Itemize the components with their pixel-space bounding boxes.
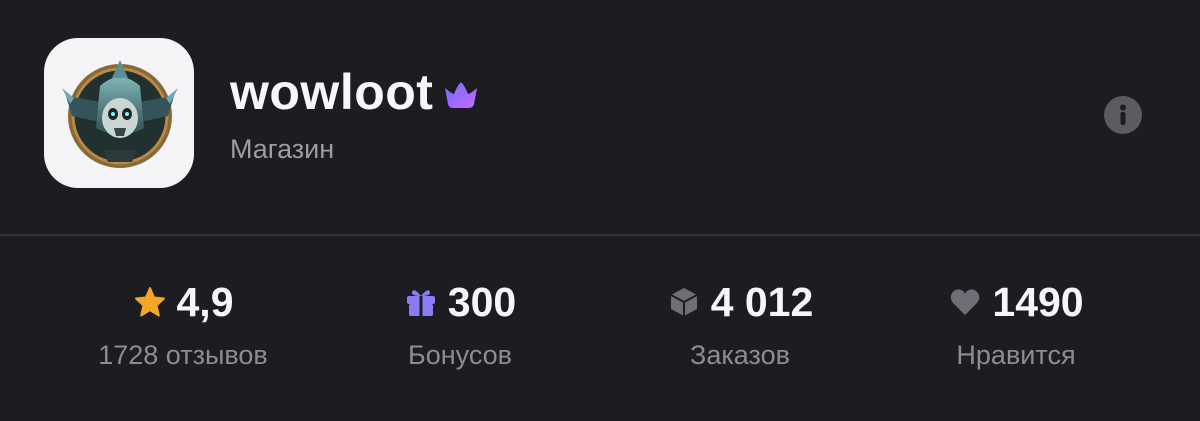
stat-label: 1728 отзывов: [98, 340, 268, 370]
crown-icon: [445, 82, 478, 108]
stat-orders[interactable]: 4 012 Заказов: [590, 278, 890, 372]
stat-value: 1490: [992, 279, 1084, 325]
shop-card: wowloot Магазин 4,9 1728 отзывов 300 Бон…: [0, 0, 1200, 421]
stat-value: 4 012: [710, 279, 814, 325]
stat-label: Заказов: [690, 340, 790, 370]
gift-icon: [406, 290, 435, 316]
shop-avatar[interactable]: [44, 38, 194, 188]
shop-name[interactable]: wowloot: [230, 62, 433, 122]
stat-label: Бонусов: [407, 340, 512, 370]
heart-icon: [951, 289, 980, 315]
stats-row: 4,9 1728 отзывов 300 Бонусов 4 012 Заказ…: [0, 236, 1200, 421]
shop-type: Магазин: [230, 134, 335, 164]
shop-name-row: wowloot: [230, 62, 479, 122]
box-icon: [670, 288, 698, 316]
stat-rating[interactable]: 4,9 1728 отзывов: [33, 278, 333, 372]
stat-bonuses[interactable]: 300 Бонусов: [310, 278, 610, 372]
stat-value: 300: [447, 279, 517, 325]
stat-value: 4,9: [176, 279, 234, 325]
info-button[interactable]: [1104, 96, 1142, 134]
shop-header: wowloot Магазин: [0, 0, 1200, 234]
info-icon: [1120, 104, 1126, 125]
skull-shield-emblem-icon: [62, 60, 178, 168]
star-icon: [134, 287, 165, 317]
stat-likes[interactable]: 1490 Нравится: [866, 278, 1166, 372]
stat-label: Нравится: [956, 340, 1076, 370]
